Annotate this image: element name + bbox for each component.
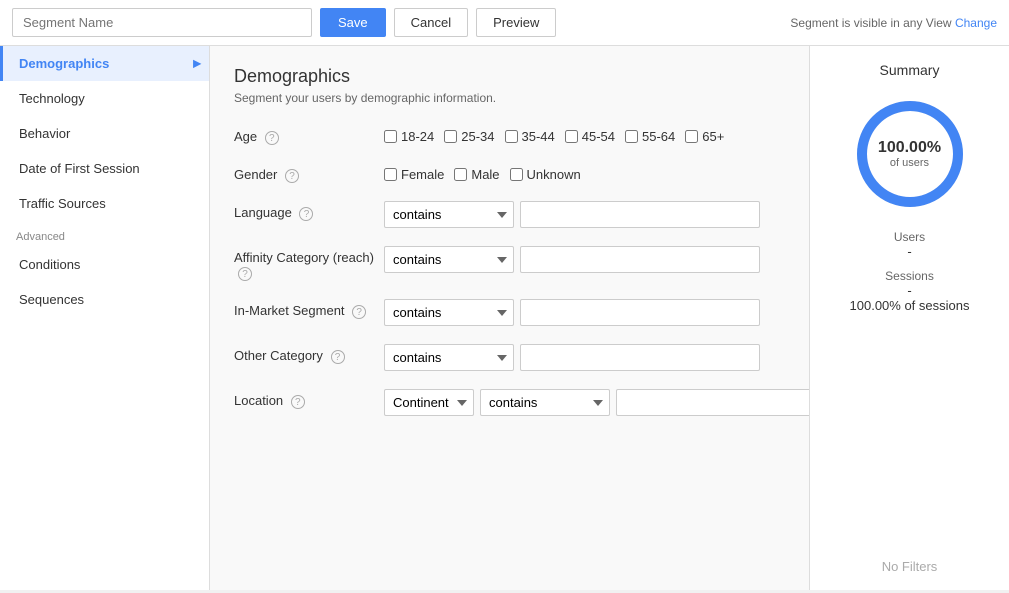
language-input[interactable]	[520, 201, 760, 228]
summary-panel: Summary 100.00% of users Users - Session…	[809, 46, 1009, 590]
gender-row: Gender ? Female Male Unknown	[234, 163, 785, 183]
inmarket-help-icon[interactable]: ?	[352, 305, 366, 319]
gender-help-icon[interactable]: ?	[285, 169, 299, 183]
sidebar-item-traffic-sources[interactable]: Traffic Sources	[0, 186, 209, 221]
location-help-icon[interactable]: ?	[291, 395, 305, 409]
donut-percent: 100.00%	[878, 139, 941, 157]
top-bar: Save Cancel Preview Segment is visible i…	[0, 0, 1009, 46]
location-type-select[interactable]: Continent Country Region City	[384, 389, 474, 416]
gender-checkboxes: Female Male Unknown	[384, 163, 581, 182]
age-help-icon[interactable]: ?	[265, 131, 279, 145]
sidebar-item-technology[interactable]: Technology	[0, 81, 209, 116]
language-help-icon[interactable]: ?	[299, 207, 313, 221]
donut-chart: 100.00% of users	[850, 94, 970, 214]
affinity-row: Affinity Category (reach) ? contains doe…	[234, 246, 785, 281]
age-65plus[interactable]: 65+	[685, 129, 724, 144]
other-category-label: Other Category ?	[234, 344, 384, 364]
change-link[interactable]: Change	[955, 16, 997, 30]
gender-label: Gender ?	[234, 163, 384, 183]
inmarket-select[interactable]: contains does not contain equals	[384, 299, 514, 326]
other-category-select[interactable]: contains does not contain equals	[384, 344, 514, 371]
other-category-input[interactable]	[520, 344, 760, 371]
other-category-help-icon[interactable]: ?	[331, 350, 345, 364]
language-controls: contains does not contain equals begins …	[384, 201, 760, 228]
inmarket-input[interactable]	[520, 299, 760, 326]
advanced-label: Advanced	[0, 221, 209, 247]
visibility-text: Segment is visible in any View Change	[790, 16, 997, 30]
affinity-input[interactable]	[520, 246, 760, 273]
language-label: Language ?	[234, 201, 384, 221]
inmarket-controls: contains does not contain equals	[384, 299, 760, 326]
age-25-34[interactable]: 25-34	[444, 129, 494, 144]
gender-female[interactable]: Female	[384, 167, 444, 182]
sidebar-item-conditions[interactable]: Conditions	[0, 247, 209, 282]
age-18-24[interactable]: 18-24	[384, 129, 434, 144]
gender-unknown[interactable]: Unknown	[510, 167, 581, 182]
other-category-row: Other Category ? contains does not conta…	[234, 344, 785, 371]
content-area: Demographics Segment your users by demog…	[210, 46, 809, 590]
main-layout: Demographics Technology Behavior Date of…	[0, 46, 1009, 590]
sessions-stat: Sessions - 100.00% of sessions	[850, 269, 970, 313]
language-row: Language ? contains does not contain equ…	[234, 201, 785, 228]
sidebar-item-behavior[interactable]: Behavior	[0, 116, 209, 151]
content-subtitle: Segment your users by demographic inform…	[234, 91, 785, 105]
age-row: Age ? 18-24 25-34 35-44 45-54 55-64	[234, 125, 785, 145]
preview-button[interactable]: Preview	[476, 8, 556, 37]
donut-text: 100.00% of users	[878, 139, 941, 169]
age-checkboxes: 18-24 25-34 35-44 45-54 55-64 65+	[384, 125, 724, 144]
language-select[interactable]: contains does not contain equals begins …	[384, 201, 514, 228]
sidebar: Demographics Technology Behavior Date of…	[0, 46, 210, 590]
location-controls: Continent Country Region City contains d…	[384, 389, 809, 416]
sessions-label: Sessions	[850, 269, 970, 283]
inmarket-label: In-Market Segment ?	[234, 299, 384, 319]
sidebar-item-sequences[interactable]: Sequences	[0, 282, 209, 317]
summary-title: Summary	[880, 62, 940, 78]
age-45-54[interactable]: 45-54	[565, 129, 615, 144]
age-label: Age ?	[234, 125, 384, 145]
users-stat: Users -	[894, 230, 925, 259]
no-filters: No Filters	[882, 559, 938, 574]
other-category-controls: contains does not contain equals	[384, 344, 760, 371]
affinity-label: Affinity Category (reach) ?	[234, 246, 384, 281]
sessions-value: -	[850, 283, 970, 298]
cancel-button[interactable]: Cancel	[394, 8, 468, 37]
location-label: Location ?	[234, 389, 384, 409]
sidebar-item-date-of-first-session[interactable]: Date of First Session	[0, 151, 209, 186]
segment-name-input[interactable]	[12, 8, 312, 37]
inmarket-row: In-Market Segment ? contains does not co…	[234, 299, 785, 326]
donut-of-users: of users	[878, 157, 941, 169]
location-condition-select[interactable]: contains does not contain equals	[480, 389, 610, 416]
location-input[interactable]	[616, 389, 809, 416]
users-label: Users	[894, 230, 925, 244]
age-55-64[interactable]: 55-64	[625, 129, 675, 144]
sessions-pct: 100.00% of sessions	[850, 298, 970, 313]
gender-male[interactable]: Male	[454, 167, 499, 182]
affinity-controls: contains does not contain equals	[384, 246, 760, 273]
content-title: Demographics	[234, 66, 785, 87]
affinity-select[interactable]: contains does not contain equals	[384, 246, 514, 273]
save-button[interactable]: Save	[320, 8, 386, 37]
users-value: -	[894, 244, 925, 259]
age-35-44[interactable]: 35-44	[505, 129, 555, 144]
sidebar-item-demographics[interactable]: Demographics	[0, 46, 209, 81]
affinity-help-icon[interactable]: ?	[238, 267, 252, 281]
location-row: Location ? Continent Country Region City…	[234, 389, 785, 416]
